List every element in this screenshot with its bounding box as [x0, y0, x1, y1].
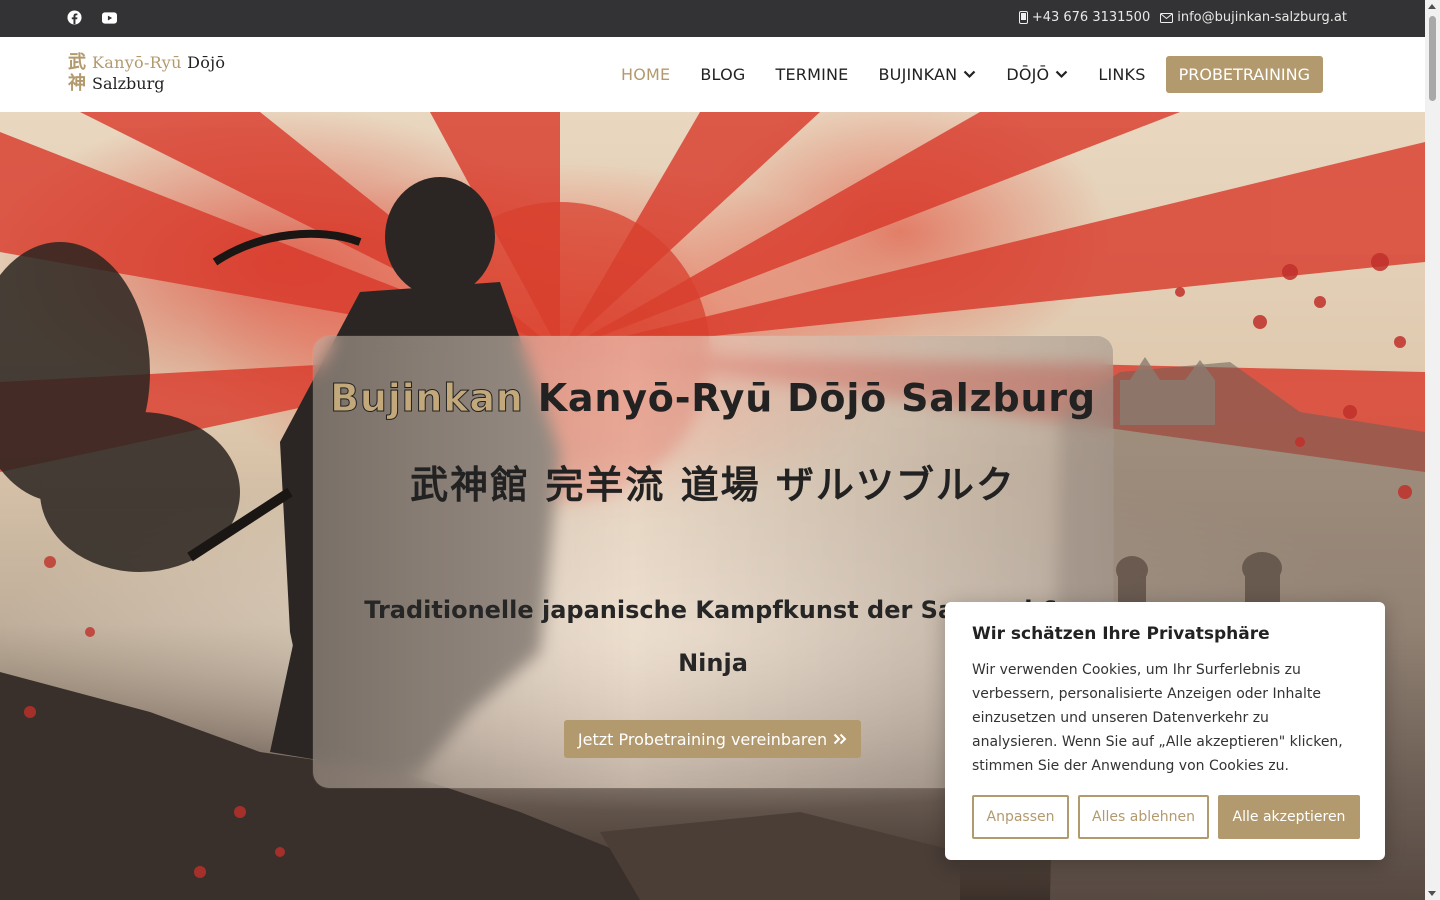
cookie-reject-button[interactable]: Alles ablehnen — [1078, 795, 1209, 839]
double-chevron-right-icon — [833, 733, 847, 745]
nav-bujinkan[interactable]: BUJINKAN — [863, 57, 991, 92]
chevron-down-icon — [1056, 70, 1068, 79]
phone-number: +43 676 3131500 — [1031, 10, 1151, 25]
nav-links[interactable]: LINKS — [1083, 57, 1160, 92]
chevron-down-icon — [964, 70, 976, 79]
contact-info: +43 676 3131500 info@bujinkan-salzburg.a… — [1018, 10, 1347, 25]
social-links — [67, 10, 117, 25]
hero-title: Bujinkan Kanyō-Ryū Dōjō Salzburg — [330, 376, 1096, 421]
nav-blog[interactable]: BLOG — [685, 57, 760, 92]
youtube-icon[interactable] — [102, 10, 117, 25]
cookie-consent-dialog: Wir schätzen Ihre Privatsphäre Wir verwe… — [945, 602, 1385, 860]
cookie-customize-button[interactable]: Anpassen — [972, 795, 1069, 839]
hero-japanese-title: 武神館 完羊流 道場 ザルツブルク — [410, 463, 1016, 507]
email-address: info@bujinkan-salzburg.at — [1177, 10, 1347, 25]
nav-dojo[interactable]: DŌJŌ — [991, 57, 1083, 92]
cookie-accept-button[interactable]: Alle akzeptieren — [1218, 795, 1360, 839]
site-header: 武 神 Kanyō-Ryū Dōjō Salzburg HOME BLOG TE… — [0, 37, 1425, 112]
main-nav: HOME BLOG TERMINE BUJINKAN DŌJŌ LINKS PR… — [606, 56, 1323, 93]
email-link[interactable]: info@bujinkan-salzburg.at — [1160, 10, 1347, 25]
site-logo[interactable]: 武 神 Kanyō-Ryū Dōjō Salzburg — [68, 52, 225, 94]
envelope-icon — [1160, 12, 1174, 23]
scrollbar-thumb[interactable] — [1429, 16, 1436, 101]
logo-kanji: 武 神 — [68, 52, 86, 94]
page-scrollbar[interactable] — [1425, 0, 1440, 900]
nav-home[interactable]: HOME — [606, 57, 685, 92]
phone-link[interactable]: +43 676 3131500 — [1018, 10, 1151, 25]
cookie-text: Wir verwenden Cookies, um Ihr Surferlebn… — [972, 662, 1343, 774]
mobile-phone-icon — [1018, 11, 1028, 24]
nav-termine[interactable]: TERMINE — [760, 57, 863, 92]
facebook-icon[interactable] — [67, 10, 82, 25]
logo-text: Kanyō-Ryū Dōjō Salzburg — [92, 53, 226, 93]
probetraining-button[interactable]: PROBETRAINING — [1165, 56, 1323, 93]
cookie-title: Wir schätzen Ihre Privatsphäre — [972, 624, 1270, 644]
scroll-down-arrow-icon[interactable] — [1428, 891, 1436, 896]
top-bar: +43 676 3131500 info@bujinkan-salzburg.a… — [0, 0, 1425, 37]
scroll-up-arrow-icon[interactable] — [1428, 4, 1436, 9]
probetraining-cta-button[interactable]: Jetzt Probetraining vereinbaren — [564, 720, 861, 758]
cookie-buttons: Anpassen Alles ablehnen Alle akzeptieren — [972, 795, 1360, 839]
